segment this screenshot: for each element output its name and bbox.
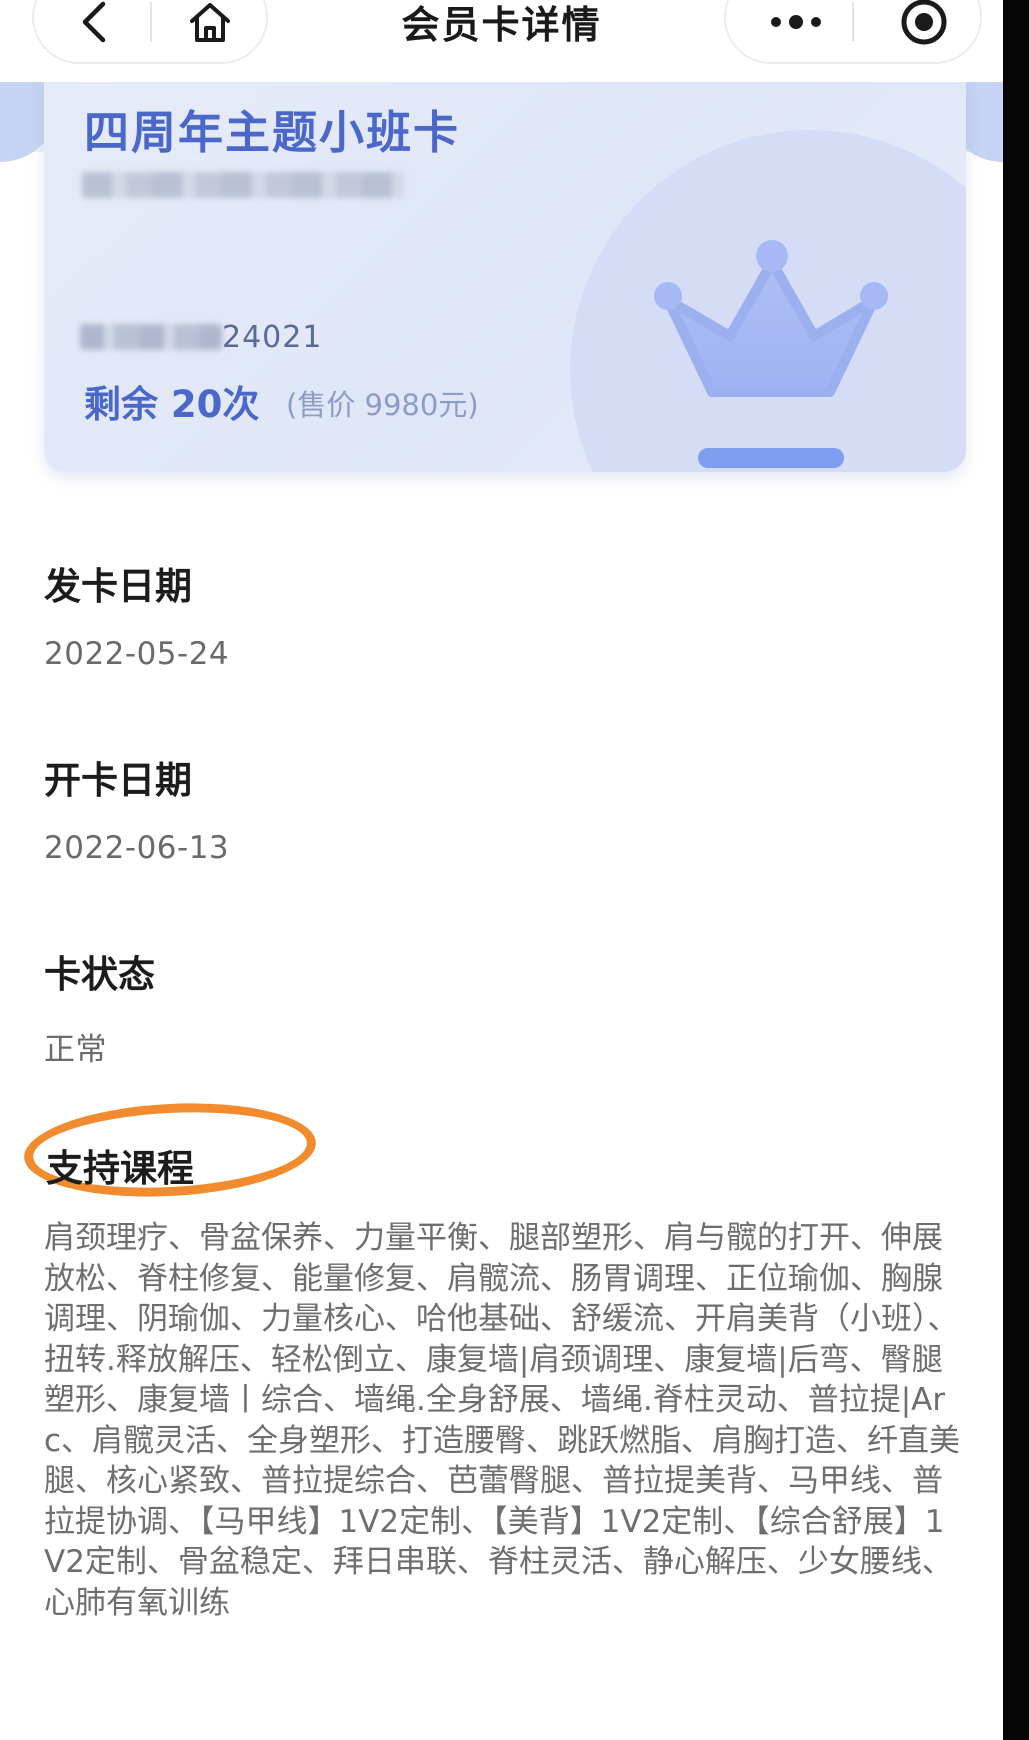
- issue-date-value: 2022-05-24: [44, 636, 230, 672]
- card-number: 24021: [80, 320, 321, 356]
- supported-courses-label: 支持课程: [46, 1147, 194, 1190]
- remaining-count: 剩余 20次: [84, 383, 260, 426]
- membership-card: 四周年主题小班卡 24021 剩余 20次 (售价 9980元): [44, 82, 966, 472]
- redacted-number: [80, 324, 222, 350]
- issue-date-label: 发卡日期: [44, 565, 192, 608]
- card-number-suffix: 24021: [222, 320, 323, 355]
- card-status-label: 卡状态: [44, 953, 155, 996]
- app-screen: 会员卡详情 四周年主题小班卡 24021 剩余 20次 (售价 9980元) 发…: [0, 0, 1003, 1740]
- menu-capsule: [724, 0, 982, 64]
- capsule-divider: [852, 2, 854, 42]
- supported-courses-list: 肩颈理疗、骨盆保养、力量平衡、腿部塑形、肩与髋的打开、伸展放松、脊柱修复、能量修…: [44, 1220, 961, 1621]
- record-target-icon: [901, 0, 947, 45]
- more-dots-icon: [771, 15, 821, 29]
- nav-header: 会员卡详情: [0, 0, 1003, 82]
- more-button[interactable]: [756, 0, 836, 50]
- card-name: 四周年主题小班卡: [84, 106, 461, 159]
- card-status-value: 正常: [44, 1032, 107, 1068]
- price-label: (售价 9980元): [286, 388, 479, 422]
- close-miniprogram-button[interactable]: [884, 0, 964, 50]
- activation-date-value: 2022-06-13: [44, 830, 230, 866]
- crown-icon: [654, 240, 888, 468]
- activation-date-label: 开卡日期: [44, 759, 192, 802]
- screen-edge: [1003, 0, 1029, 1740]
- redacted-info: [82, 172, 404, 198]
